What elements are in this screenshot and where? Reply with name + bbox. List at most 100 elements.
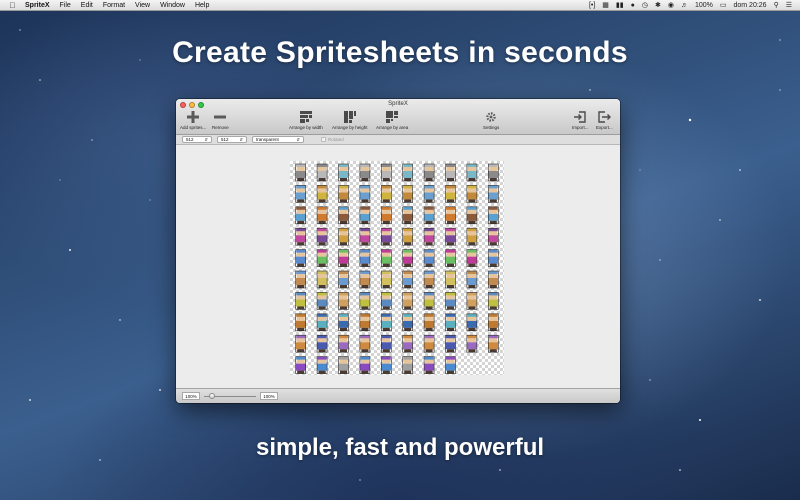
sprite-thumbnail[interactable] [295, 227, 306, 246]
sprite-thumbnail[interactable] [466, 313, 478, 332]
sprite-thumbnail[interactable] [488, 249, 499, 267]
sprite-thumbnail[interactable] [381, 185, 392, 203]
sprite-thumbnail[interactable] [338, 356, 349, 374]
sprite-thumbnail[interactable] [359, 313, 371, 332]
apple-icon[interactable]:  [8, 1, 17, 10]
sprite-thumbnail[interactable] [488, 313, 499, 332]
sprite-thumbnail[interactable] [295, 185, 306, 203]
sprite-thumbnail[interactable] [402, 270, 413, 289]
background-select[interactable]: transparent ⇵ [252, 136, 304, 143]
sprite-thumbnail[interactable] [381, 227, 392, 246]
sprite-thumbnail[interactable] [359, 249, 371, 267]
sprite-thumbnail[interactable] [445, 185, 456, 203]
sprite-thumbnail[interactable] [488, 206, 499, 225]
zoom-slider-knob[interactable] [208, 393, 215, 399]
sprite-thumbnail[interactable] [295, 163, 306, 182]
time-machine-icon[interactable]: ◷ [642, 1, 648, 9]
zoom-slider[interactable] [204, 392, 256, 400]
sprite-thumbnail[interactable] [381, 163, 392, 182]
sprite-thumbnail[interactable] [316, 313, 328, 332]
sprite-thumbnail[interactable] [295, 249, 306, 267]
sprite-thumbnail[interactable] [466, 163, 478, 182]
sprite-thumbnail[interactable] [423, 270, 435, 289]
sprite-thumbnail[interactable] [423, 227, 435, 246]
sprite-thumbnail[interactable] [338, 206, 349, 225]
zoom-min-field[interactable]: 100% [182, 392, 200, 400]
sprite-thumbnail[interactable] [488, 163, 499, 182]
volume-icon[interactable]: ♬ [681, 2, 688, 9]
sprite-thumbnail[interactable] [445, 334, 456, 353]
sprite-thumbnail[interactable] [359, 206, 371, 225]
export-button[interactable]: Export... [596, 110, 613, 130]
sprite-thumbnail[interactable] [445, 206, 456, 225]
spritesheet-preview[interactable] [290, 161, 504, 375]
sprite-thumbnail[interactable] [381, 334, 392, 353]
height-select[interactable]: 512 ⇵ [217, 136, 247, 143]
settings-button[interactable]: Settings [483, 110, 499, 130]
menu-file[interactable]: File [60, 2, 71, 9]
sprite-thumbnail[interactable] [445, 292, 456, 310]
arrange-by-width-button[interactable]: Arrange by width [289, 110, 323, 130]
width-select[interactable]: 512 ⇵ [182, 136, 212, 143]
sprite-thumbnail[interactable] [402, 163, 413, 182]
sprite-thumbnail[interactable] [466, 206, 478, 225]
sprite-thumbnail[interactable] [359, 292, 371, 310]
menu-format[interactable]: Format [103, 2, 125, 9]
sprite-thumbnail[interactable] [359, 270, 371, 289]
sprite-thumbnail[interactable] [445, 163, 456, 182]
sprite-thumbnail[interactable] [316, 163, 328, 182]
sprite-thumbnail[interactable] [445, 249, 456, 267]
sprite-thumbnail[interactable] [316, 334, 328, 353]
sprite-thumbnail[interactable] [402, 292, 413, 310]
sprite-thumbnail[interactable] [316, 292, 328, 310]
sprite-thumbnail[interactable] [316, 356, 328, 374]
sprite-thumbnail[interactable] [466, 334, 478, 353]
sprite-thumbnail[interactable] [402, 249, 413, 267]
sprite-thumbnail[interactable] [381, 249, 392, 267]
bluetooth-icon[interactable]: ✱ [655, 1, 661, 9]
sprite-thumbnail[interactable] [316, 249, 328, 267]
sprite-thumbnail[interactable] [423, 249, 435, 267]
sprite-thumbnail[interactable] [295, 334, 306, 353]
sprite-thumbnail[interactable] [423, 313, 435, 332]
sprite-thumbnail[interactable] [402, 185, 413, 203]
sprite-thumbnail[interactable] [402, 206, 413, 225]
sprite-thumbnail[interactable] [423, 185, 435, 203]
status-meter-icon[interactable]: ▦ [602, 1, 609, 9]
sprite-thumbnail[interactable] [359, 356, 371, 374]
sprite-thumbnail[interactable] [316, 206, 328, 225]
sprite-thumbnail[interactable] [316, 185, 328, 203]
menu-edit[interactable]: Edit [81, 2, 93, 9]
sprite-thumbnail[interactable] [338, 163, 349, 182]
menu-window[interactable]: Window [160, 2, 185, 9]
sprite-thumbnail[interactable] [359, 163, 371, 182]
clock[interactable]: dom 20:26 [733, 2, 766, 9]
wifi-icon[interactable]: ◉ [668, 1, 674, 9]
sprite-thumbnail[interactable] [445, 313, 456, 332]
sprite-thumbnail[interactable] [402, 356, 413, 374]
sprite-thumbnail[interactable] [359, 227, 371, 246]
sprite-thumbnail[interactable] [359, 334, 371, 353]
status-code-icon[interactable]: [•] [589, 2, 595, 9]
notification-center-icon[interactable]: ☰ [786, 1, 792, 9]
sprite-thumbnail[interactable] [338, 227, 349, 246]
sprite-thumbnail[interactable] [381, 313, 392, 332]
sprite-thumbnail[interactable] [338, 270, 349, 289]
sprite-thumbnail[interactable] [381, 270, 392, 289]
rotated-checkbox[interactable]: Rotated [321, 137, 344, 142]
menu-view[interactable]: View [135, 2, 150, 9]
sprite-thumbnail[interactable] [402, 227, 413, 246]
sprite-thumbnail[interactable] [338, 249, 349, 267]
sprite-thumbnail[interactable] [402, 313, 413, 332]
battery-icon[interactable]: ▭ [720, 1, 727, 9]
canvas-area[interactable] [176, 146, 620, 388]
status-dot-icon[interactable]: ● [631, 2, 635, 9]
sprite-thumbnail[interactable] [488, 270, 499, 289]
sprite-thumbnail[interactable] [295, 206, 306, 225]
sprite-thumbnail[interactable] [488, 185, 499, 203]
sprite-thumbnail[interactable] [423, 356, 435, 374]
sprite-thumbnail[interactable] [488, 227, 499, 246]
sprite-thumbnail[interactable] [402, 334, 413, 353]
status-bars-icon[interactable]: ▮▮ [616, 1, 624, 9]
sprite-thumbnail[interactable] [466, 270, 478, 289]
